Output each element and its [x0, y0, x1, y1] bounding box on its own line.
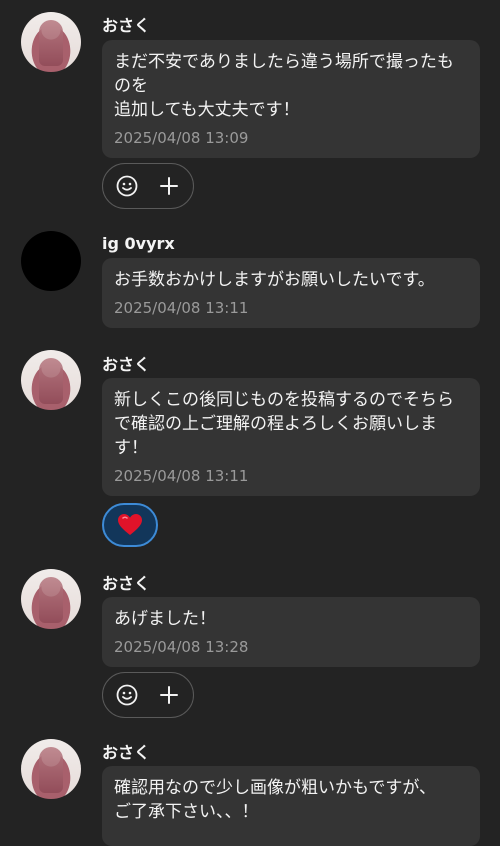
avatar[interactable] [21, 350, 81, 410]
message-timestamp: 2025/04/08 13:09 [114, 129, 249, 147]
sender-name: おさく [102, 355, 151, 374]
sender-name: おさく [102, 574, 151, 593]
avatar[interactable] [21, 569, 81, 629]
message-text: まだ不安でありましたら違う場所で撮ったものを 追加しても大丈夫です！ [114, 52, 454, 120]
plus-icon[interactable] [158, 684, 180, 706]
heart-icon [117, 513, 143, 537]
sender-name: おさく [102, 16, 151, 35]
plus-icon[interactable] [158, 175, 180, 197]
message-timestamp: 2025/04/08 13:11 [114, 467, 249, 485]
message-text: 確認用なので少し画像が粗いかもですが、 ご了承下さい、、！ [114, 778, 436, 822]
sender-name: ig 0vyrx [102, 234, 175, 253]
avatar[interactable] [21, 739, 81, 799]
message-timestamp: 2025/04/08 13:28 [114, 638, 249, 656]
message-bubble[interactable]: まだ不安でありましたら違う場所で撮ったものを 追加しても大丈夫です！ 2025/… [102, 40, 480, 158]
message-timestamp: 2025/04/08 13:11 [114, 299, 249, 317]
message-text: 新しくこの後同じものを投稿するのでそちらで確認の上ご理解の程よろしくお願いします… [114, 390, 454, 458]
message-bubble[interactable]: 新しくこの後同じものを投稿するのでそちらで確認の上ご理解の程よろしくお願いします… [102, 378, 480, 496]
reaction-bar [102, 163, 194, 209]
sender-name: おさく [102, 743, 151, 762]
message-bubble[interactable]: あげました！ 2025/04/08 13:28 [102, 597, 480, 667]
message-text: お手数おかけしますがお願いしたいです。 [114, 270, 435, 290]
avatar[interactable] [21, 231, 81, 291]
smiley-icon[interactable] [116, 684, 138, 706]
message-bubble[interactable]: 確認用なので少し画像が粗いかもですが、 ご了承下さい、、！ [102, 766, 480, 846]
message-bubble[interactable]: お手数おかけしますがお願いしたいです。 2025/04/08 13:11 [102, 258, 480, 328]
smiley-icon[interactable] [116, 175, 138, 197]
heart-reaction[interactable] [102, 503, 158, 547]
avatar[interactable] [21, 12, 81, 72]
reaction-bar [102, 672, 194, 718]
message-text: あげました！ [114, 609, 216, 629]
